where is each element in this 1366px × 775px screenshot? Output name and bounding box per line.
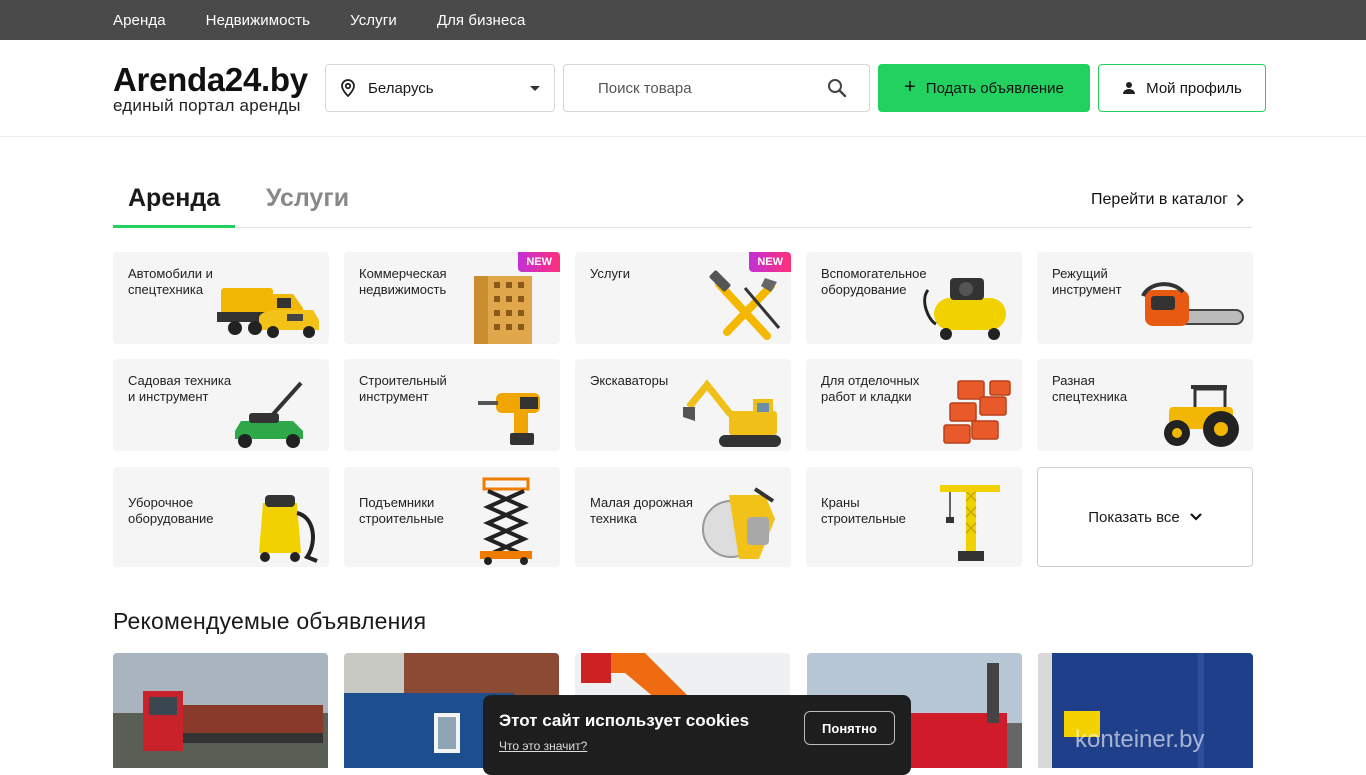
category-card-road-machinery[interactable]: Малая дорожная техника: [575, 467, 791, 567]
chevron-down-icon: [1190, 513, 1202, 521]
category-label: Малая дорожная техника: [590, 495, 693, 526]
region-value: Беларусь: [368, 79, 434, 97]
category-label: Разная спецтехника: [1052, 373, 1128, 404]
recommended-title: Рекомендуемые объявления: [113, 608, 427, 634]
scissor-lift-icon: [480, 477, 532, 565]
chevron-down-icon: [530, 85, 540, 91]
bricks-icon: [943, 380, 1011, 444]
location-pin-icon: [341, 79, 355, 97]
category-card-special-equipment[interactable]: Разная спецтехника: [1037, 359, 1253, 451]
category-card-construction-tools[interactable]: Строительный инструмент: [344, 359, 560, 451]
topnav-business[interactable]: Для бизнеса: [437, 12, 526, 29]
logo-tagline: единый портал аренды: [113, 95, 301, 115]
road-saw-icon: [702, 487, 775, 559]
chevron-right-icon: [1236, 194, 1244, 206]
drill-icon: [478, 393, 540, 445]
category-label: Услуги: [590, 266, 630, 281]
category-card-cleaning[interactable]: Уборочное оборудование: [113, 467, 329, 567]
truck-icon: [217, 288, 319, 338]
my-profile-button[interactable]: Мой профиль: [1098, 64, 1266, 112]
compressor-icon: [923, 278, 1006, 340]
category-card-vehicles[interactable]: Автомобили и спецтехника: [113, 252, 329, 344]
tractor-icon: [1164, 385, 1239, 447]
topnav-arenda[interactable]: Аренда: [113, 12, 166, 29]
user-icon: [1123, 82, 1136, 94]
category-label: Уборочное оборудование: [128, 495, 214, 526]
post-ad-label: Подать объявление: [925, 79, 1064, 97]
category-label: Вспомогательное оборудование: [821, 266, 927, 297]
topnav-services[interactable]: Услуги: [350, 12, 397, 29]
search-box: [563, 64, 870, 112]
category-card-services[interactable]: Услуги NEW: [575, 252, 791, 344]
listing-watermark: konteiner.by: [1075, 726, 1205, 753]
chainsaw-icon: [1141, 282, 1244, 326]
building-icon: [474, 276, 532, 344]
cookie-info-link[interactable]: Что это значит?: [499, 739, 587, 753]
category-label: Подъемники строительные: [359, 495, 444, 526]
crane-icon: [940, 485, 1000, 561]
category-tabs: Аренда Услуги Перейти в каталог: [113, 177, 1252, 228]
search-input[interactable]: [598, 79, 827, 97]
my-profile-label: Мой профиль: [1146, 79, 1242, 97]
category-label: Для отделочных работ и кладки: [821, 373, 920, 404]
category-label: Краны строительные: [821, 495, 906, 526]
category-card-finishing[interactable]: Для отделочных работ и кладки: [806, 359, 1022, 451]
category-card-excavators[interactable]: Экскаваторы: [575, 359, 791, 451]
tools-icon: [709, 270, 781, 340]
cookie-banner: Этот сайт использует cookies Что это зна…: [483, 695, 911, 775]
plus-icon: +: [904, 76, 916, 98]
top-navigation: Аренда Недвижимость Услуги Для бизнеса: [0, 0, 1366, 40]
search-icon[interactable]: [827, 78, 847, 98]
category-card-lifts[interactable]: Подъемники строительные: [344, 467, 560, 567]
show-all-button[interactable]: Показать все: [1037, 467, 1253, 567]
category-card-auxiliary[interactable]: Вспомогательное оборудование: [806, 252, 1022, 344]
category-label: Садовая техника и инструмент: [128, 373, 232, 404]
tab-services[interactable]: Услуги: [251, 184, 364, 228]
cookie-accept-button[interactable]: Понятно: [804, 711, 895, 745]
logo-name: Arenda24.by: [113, 60, 308, 98]
listing-card[interactable]: [113, 653, 328, 768]
tab-arenda[interactable]: Аренда: [113, 184, 235, 228]
vacuum-icon: [259, 495, 318, 563]
catalog-link-label: Перейти в каталог: [1091, 191, 1228, 208]
new-badge: NEW: [518, 252, 560, 272]
category-card-garden[interactable]: Садовая техника и инструмент: [113, 359, 329, 451]
go-to-catalog-link[interactable]: Перейти в каталог: [1091, 191, 1244, 209]
listing-photo: [113, 653, 328, 768]
lawnmower-icon: [235, 381, 303, 448]
excavator-icon: [683, 379, 781, 447]
category-card-commercial-realty[interactable]: Коммерческая недвижимость NEW: [344, 252, 560, 344]
show-all-label: Показать все: [1088, 508, 1180, 526]
category-label: Коммерческая недвижимость: [359, 266, 447, 297]
site-logo[interactable]: Arenda24.by единый портал аренды: [113, 63, 318, 114]
region-select[interactable]: Беларусь: [325, 64, 555, 112]
site-header: Arenda24.by единый портал аренды Беларус…: [0, 40, 1366, 137]
category-card-cranes[interactable]: Краны строительные: [806, 467, 1022, 567]
post-ad-button[interactable]: + Подать объявление: [878, 64, 1090, 112]
category-label: Строительный инструмент: [359, 373, 447, 404]
cookie-title: Этот сайт использует cookies: [499, 711, 750, 730]
topnav-realty[interactable]: Недвижимость: [206, 12, 310, 29]
category-card-cutting[interactable]: Режущий инструмент: [1037, 252, 1253, 344]
